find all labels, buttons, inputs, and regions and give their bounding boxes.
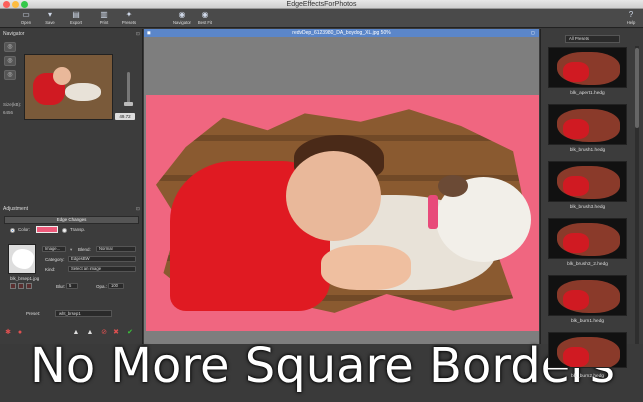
app-window: EdgeEffectsForPhotos ▭ Open ▾ Save ▤ Exp… <box>0 0 643 402</box>
print-button[interactable]: ▥ Print <box>92 9 116 28</box>
preset-thumb[interactable] <box>548 218 627 259</box>
promo-banner: No More Square Borders <box>30 338 615 394</box>
color-swatch[interactable] <box>36 226 58 233</box>
preset-thumb[interactable] <box>548 332 627 368</box>
best-fit-button[interactable]: ◉ Best Fit <box>193 9 217 28</box>
transp-radio[interactable] <box>62 228 67 233</box>
preset-thumb[interactable] <box>548 275 627 316</box>
edge-changes-button[interactable]: Edge Changes <box>4 216 139 224</box>
open-button[interactable]: ▭ Open <box>14 9 38 28</box>
preset-label: Preset: <box>26 311 41 316</box>
boy-face <box>286 151 381 241</box>
opa-label: Opa.: <box>96 284 108 289</box>
best-fit-icon: ◉ <box>201 10 209 19</box>
preset-label: blk_burn1.hedg <box>570 319 605 324</box>
title-bar: EdgeEffectsForPhotos <box>0 0 643 9</box>
preset-thumb[interactable] <box>548 161 627 202</box>
navigator-thumbnail[interactable] <box>24 54 113 120</box>
transp-label: Transp. <box>70 227 86 232</box>
adjustment-title: Adjustment <box>3 206 29 212</box>
document-close-icon[interactable]: ◼ <box>147 30 151 36</box>
blend-select[interactable]: Normal <box>96 246 136 252</box>
swatch-1[interactable] <box>10 283 16 289</box>
window-title: EdgeEffectsForPhotos <box>286 1 357 8</box>
zoom-value[interactable]: 49.72 <box>115 113 135 120</box>
preset-label: blk_brush3.hedg <box>569 205 606 210</box>
presets-icon: ✦ <box>125 10 133 19</box>
preset-label: blk_brush1.hedg <box>569 148 606 153</box>
document-title: redvDep_6123980_DA_boydog_XL.jpg 50% <box>144 29 539 37</box>
dog-collar <box>428 195 438 229</box>
preset-label: blk_brush3_2.hedg <box>567 262 608 267</box>
preset-thumb[interactable] <box>548 104 627 145</box>
color-label: Color: <box>18 227 31 232</box>
category-label: Category: <box>45 257 65 262</box>
swatch-2[interactable] <box>18 283 24 289</box>
navigator-button[interactable]: ◉ Navigator <box>170 9 194 28</box>
image-select[interactable]: Image... <box>42 246 66 252</box>
adjustment-expand-icon[interactable]: ⊡ <box>136 206 140 212</box>
navigator-icon: ◉ <box>178 10 186 19</box>
edited-photo[interactable] <box>146 95 539 331</box>
export-button[interactable]: ▤ Export <box>64 9 88 28</box>
help-button[interactable]: ? Help <box>619 9 643 28</box>
zoom-slider-track[interactable] <box>127 72 130 106</box>
blend-label: Blend: <box>78 247 91 252</box>
zoom-slider-knob[interactable] <box>124 102 133 106</box>
kind-label: Kind: <box>45 267 56 272</box>
size-value: 6456 <box>3 110 14 115</box>
preset-select[interactable]: wht_brsep1 <box>55 310 112 317</box>
export-icon: ▤ <box>72 10 80 19</box>
dots-icon[interactable]: ● <box>16 329 24 337</box>
folder-icon: ▭ <box>22 10 30 19</box>
blur-label: Blur: <box>56 284 66 289</box>
edge-preview[interactable] <box>8 244 36 274</box>
document-expand-icon[interactable]: ◻ <box>531 30 535 36</box>
help-icon: ? <box>628 10 634 19</box>
color-radio[interactable] <box>10 228 15 233</box>
preset-label: blk_apert1.hedg <box>570 91 605 96</box>
opa-input[interactable]: 100 <box>108 283 124 289</box>
swatch-3[interactable] <box>26 283 32 289</box>
preset-thumb[interactable] <box>548 47 627 88</box>
navigator-title: Navigator <box>3 31 25 37</box>
presets-scroll-knob[interactable] <box>635 48 639 128</box>
blur-input[interactable]: 5 <box>66 283 78 289</box>
category-select[interactable]: EdgesBW <box>68 256 136 262</box>
printer-icon: ▥ <box>100 10 108 19</box>
toolbar: ▭ Open ▾ Save ▤ Export ▥ Print ✦ Presets… <box>0 9 643 28</box>
image-select-arrow-icon[interactable]: ▾ <box>70 247 72 253</box>
kind-select[interactable]: Select an image <box>68 266 136 272</box>
save-button[interactable]: ▾ Save <box>38 9 62 28</box>
size-label: Size(kB): <box>3 102 22 107</box>
nav-tool-2-button[interactable]: ◎ <box>4 56 16 66</box>
file-label: blk_brsep1.jpg <box>10 276 40 281</box>
bug-icon[interactable]: ✱ <box>4 329 12 337</box>
boy-arm <box>321 245 411 290</box>
dog-ear <box>438 175 468 197</box>
presets-button[interactable]: ✦ Presets <box>117 9 141 28</box>
nav-tool-1-button[interactable]: ◎ <box>4 42 16 52</box>
preset-label: blk_burn2.hedg <box>570 374 605 379</box>
save-icon: ▾ <box>47 10 52 19</box>
nav-tool-3-button[interactable]: ◎ <box>4 70 16 80</box>
preset-filter-select[interactable]: All Presets <box>565 35 620 43</box>
navigator-expand-icon[interactable]: ⊡ <box>136 31 140 37</box>
